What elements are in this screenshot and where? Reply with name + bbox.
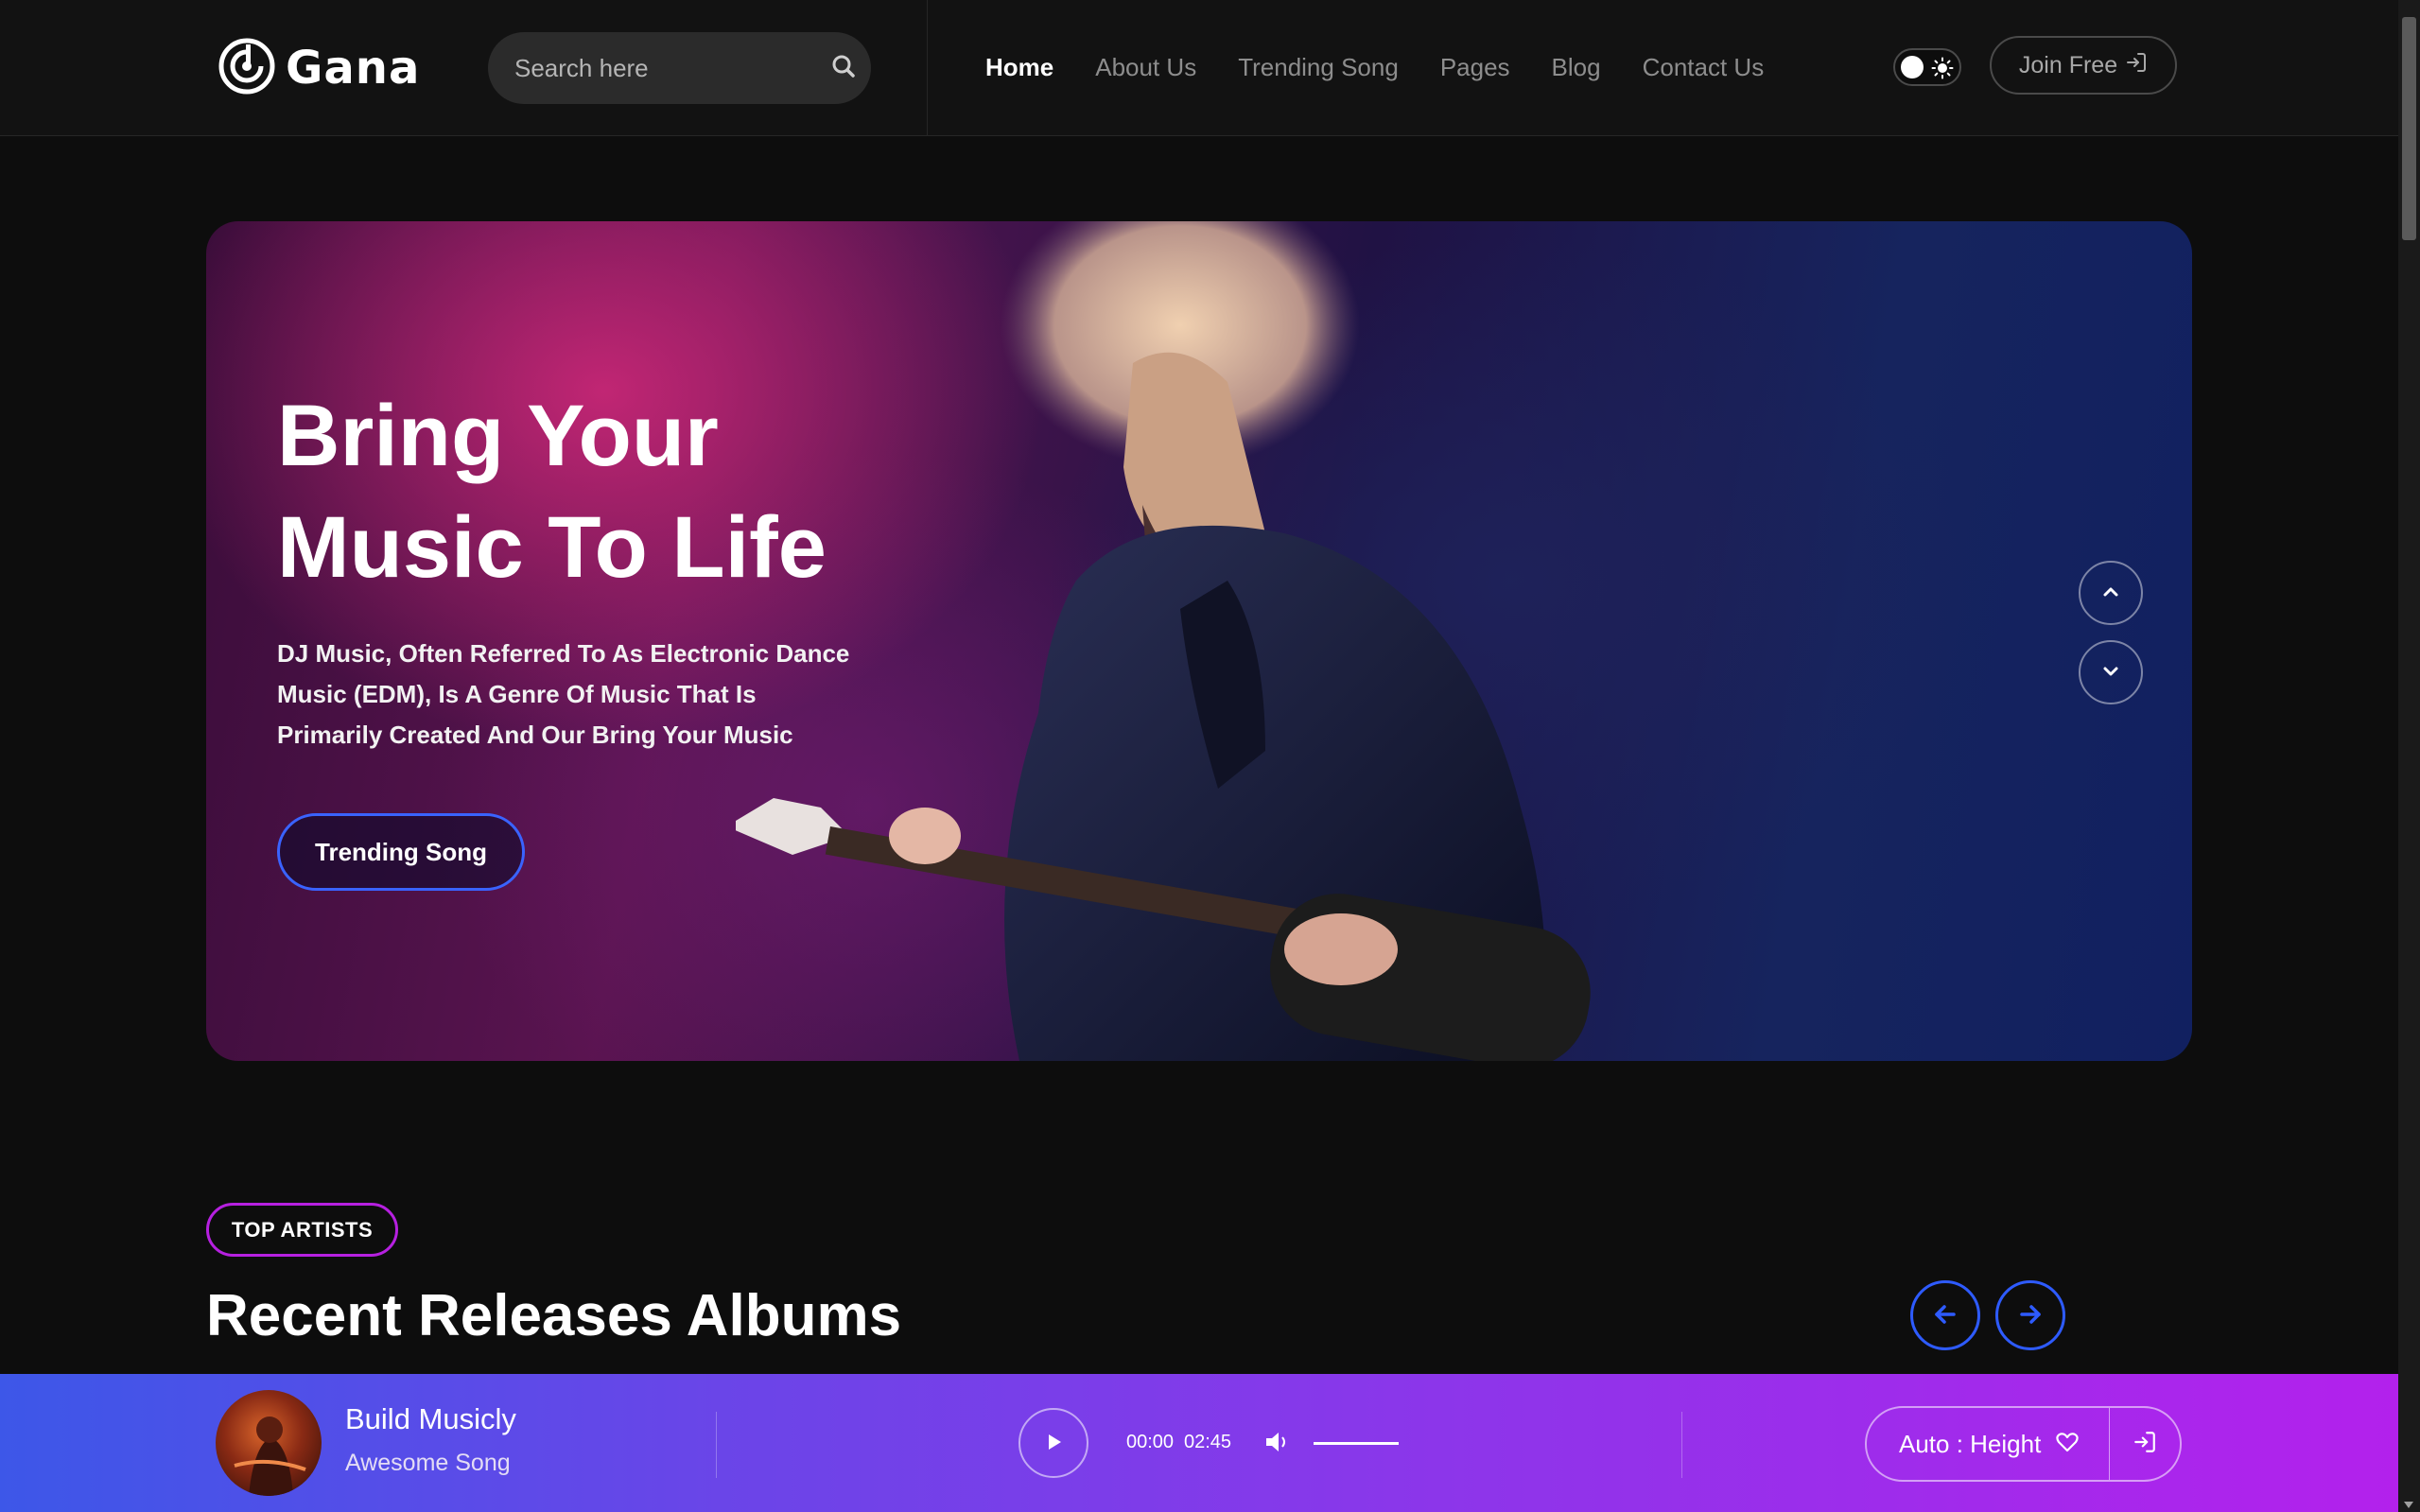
- track-title: Build Musicly: [345, 1402, 516, 1435]
- logo-text: Gana: [286, 42, 421, 95]
- scroll-down-arrow[interactable]: [2404, 1502, 2413, 1508]
- player-divider: [1681, 1412, 1682, 1478]
- music-player: Build Musicly Awesome Song 00:00 02:45 A…: [0, 1374, 2398, 1512]
- play-icon: [1043, 1432, 1064, 1455]
- chevron-down-icon: [2100, 661, 2121, 685]
- login-icon: [2125, 51, 2148, 80]
- header-divider: [927, 0, 928, 136]
- logo-icon: [218, 37, 276, 100]
- section-badge: TOP ARTISTS: [206, 1203, 398, 1257]
- auto-height-label: Auto : Height: [1899, 1429, 2042, 1458]
- sun-icon: [1931, 57, 1954, 84]
- search-input[interactable]: [514, 53, 831, 83]
- join-free-label: Join Free: [2018, 51, 2118, 78]
- arrow-right-icon: [2016, 1300, 2045, 1331]
- chevron-up-icon: [2100, 582, 2121, 605]
- volume-level: [1314, 1442, 1399, 1445]
- albums-next-button[interactable]: [1995, 1280, 2065, 1350]
- toggle-knob: [1901, 56, 1924, 78]
- nav-contact-us[interactable]: Contact Us: [1643, 53, 1765, 82]
- nav-blog[interactable]: Blog: [1552, 53, 1601, 82]
- hero-guitarist-image: [736, 221, 1591, 1061]
- arrow-left-icon: [1931, 1300, 1959, 1331]
- logo[interactable]: Gana: [218, 36, 420, 100]
- hero-title-line-2: Music To Life: [277, 499, 827, 596]
- search-icon[interactable]: [831, 54, 856, 83]
- theme-toggle[interactable]: [1893, 48, 1961, 86]
- volume-icon[interactable]: [1263, 1429, 1290, 1460]
- auto-height-button[interactable]: Auto : Height: [1867, 1408, 2109, 1480]
- current-time: 00:00: [1126, 1432, 1175, 1452]
- track-thumbnail: [216, 1390, 322, 1496]
- heart-icon[interactable]: [2056, 1430, 2080, 1459]
- nav-home[interactable]: Home: [985, 53, 1053, 82]
- track-duration: 02:45: [1184, 1432, 1232, 1452]
- hero-next-button[interactable]: [2079, 640, 2143, 704]
- player-divider: [716, 1412, 717, 1478]
- trending-song-button[interactable]: Trending Song: [277, 813, 525, 891]
- scrollbar-thumb[interactable]: [2402, 17, 2416, 240]
- page-scrollbar[interactable]: [2398, 0, 2420, 1512]
- player-actions: Auto : Height: [1865, 1406, 2182, 1482]
- section-title: Recent Releases Albums: [206, 1283, 902, 1348]
- nav-trending-song[interactable]: Trending Song: [1238, 53, 1399, 82]
- hero-prev-button[interactable]: [2079, 561, 2143, 625]
- hero-description: DJ Music, Often Referred To As Electroni…: [277, 639, 850, 749]
- nav-about-us[interactable]: About Us: [1095, 53, 1196, 82]
- player-login-button[interactable]: [2110, 1430, 2180, 1459]
- play-button[interactable]: [1018, 1408, 1088, 1478]
- login-icon: [2133, 1430, 2157, 1459]
- search-bar: [488, 32, 871, 104]
- track-subtitle: Awesome Song: [345, 1450, 511, 1476]
- site-header: Gana Home About Us Trending Song Pages B…: [0, 0, 2398, 136]
- hero-title: Bring Your Music To Life: [277, 380, 996, 603]
- nav-pages[interactable]: Pages: [1440, 53, 1510, 82]
- volume-slider[interactable]: [1314, 1442, 1399, 1445]
- albums-prev-button[interactable]: [1910, 1280, 1980, 1350]
- main-nav: Home About Us Trending Song Pages Blog C…: [985, 47, 1764, 87]
- hero-title-line-1: Bring Your: [277, 388, 719, 484]
- join-free-button[interactable]: Join Free: [1990, 36, 2177, 95]
- hero-banner: Bring Your Music To Life DJ Music, Often…: [206, 221, 2192, 1061]
